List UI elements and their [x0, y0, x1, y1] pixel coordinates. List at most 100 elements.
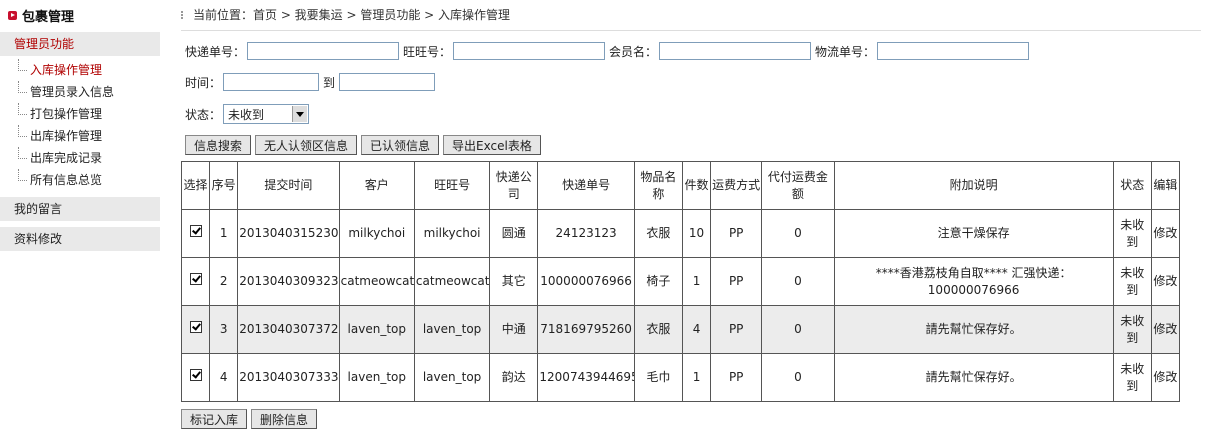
unclaimed-button[interactable]: 无人认领区信息: [255, 135, 358, 155]
col-header-no: 序号: [209, 161, 239, 210]
row-checkbox[interactable]: [189, 321, 202, 333]
col-header-item: 物品名称: [633, 161, 683, 210]
member-label: 会员名：: [609, 44, 658, 59]
sidebar-item-outbound-records[interactable]: 出库完成记录: [0, 147, 160, 169]
status-cell: 未收到: [1112, 257, 1152, 306]
main-content: 当前位置：首页 > 我要集运 > 管理员功能 > 入库操作管理 快递单号： 旺旺…: [180, 0, 1201, 429]
sidebar-item-inbound[interactable]: 入库操作管理: [0, 59, 160, 81]
col-header-status: 状态: [1112, 161, 1152, 210]
logistics-no-label: 物流单号：: [815, 44, 876, 59]
company-cell: 其它: [489, 257, 539, 306]
delete-button[interactable]: 删除信息: [251, 409, 318, 429]
select-cell: [180, 305, 211, 354]
edit-link[interactable]: 修改: [1150, 257, 1181, 306]
time-start-input[interactable]: [223, 73, 320, 91]
status-cell: 未收到: [1112, 305, 1152, 354]
note-cell: 請先幫忙保存好。: [833, 353, 1114, 402]
sidebar: 包裹管理 管理员功能 入库操作管理 管理员录入信息 打包操作管理 出库操作管理 …: [0, 0, 160, 444]
ship-cell: PP: [710, 209, 763, 258]
express-no-label: 快递单号：: [185, 44, 246, 59]
company-cell: 韵达: [489, 353, 539, 402]
item-cell: 椅子: [633, 257, 683, 306]
sidebar-header: 包裹管理: [0, 0, 160, 30]
qty-cell: 1: [681, 257, 712, 306]
amount-cell: 0: [761, 305, 835, 354]
col-header-amount: 代付运费金额: [761, 161, 835, 210]
status-select-value: 未收到: [228, 107, 265, 122]
wangwang-cell: catmeowcat: [413, 257, 491, 306]
claimed-button[interactable]: 已认领信息: [361, 135, 440, 155]
company-cell: 圆通: [489, 209, 539, 258]
edit-link[interactable]: 修改: [1150, 209, 1181, 258]
row-checkbox[interactable]: [189, 369, 202, 381]
status-select[interactable]: 未收到: [223, 104, 310, 124]
filter-row-3: 状态： 未收到: [185, 104, 310, 124]
sidebar-item-packing[interactable]: 打包操作管理: [0, 103, 160, 125]
no-cell: 4: [209, 353, 239, 402]
sidebar-item-overview[interactable]: 所有信息总览: [0, 169, 160, 191]
col-header-company: 快递公司: [489, 161, 539, 210]
item-cell: 衣服: [633, 305, 683, 354]
breadcrumb-text: 当前位置：首页 > 我要集运 > 管理员功能 > 入库操作管理: [193, 8, 511, 22]
time-cell: 20130403093237: [237, 257, 340, 306]
col-header-tracking: 快递单号: [537, 161, 635, 210]
status-cell: 未收到: [1112, 353, 1152, 402]
qty-cell: 10: [681, 209, 712, 258]
tree-line-icon: [18, 81, 27, 93]
customer-cell: laven_top: [338, 305, 415, 354]
sidebar-item-outbound[interactable]: 出库操作管理: [0, 125, 160, 147]
col-header-edit: 编辑: [1150, 161, 1181, 210]
ship-cell: PP: [710, 353, 763, 402]
sidebar-item-messages[interactable]: 我的留言: [0, 197, 160, 221]
export-excel-button[interactable]: 导出Excel表格: [443, 135, 541, 155]
wangwang-input[interactable]: [453, 42, 606, 60]
edit-link[interactable]: 修改: [1150, 353, 1181, 402]
dropdown-arrow-icon[interactable]: [292, 106, 308, 122]
time-cell: 20130403152308: [237, 209, 340, 258]
logistics-no-input[interactable]: [877, 42, 1030, 60]
row-checkbox[interactable]: [189, 225, 202, 237]
tree-line-icon: [18, 169, 27, 181]
no-cell: 3: [209, 305, 239, 354]
ship-cell: PP: [710, 305, 763, 354]
mark-inbound-button[interactable]: 标记入库: [181, 409, 248, 429]
note-cell: 請先幫忙保存好。: [833, 305, 1114, 354]
filter-row-1: 快递单号： 旺旺号： 会员名： 物流单号：: [185, 42, 1030, 60]
qty-cell: 1: [681, 353, 712, 402]
row-checkbox[interactable]: [189, 273, 202, 285]
edit-link[interactable]: 修改: [1150, 305, 1181, 354]
time-cell: 20130403073724: [237, 305, 340, 354]
no-cell: 1: [209, 209, 239, 258]
breadcrumb-icon: [181, 11, 189, 19]
sidebar-item-profile[interactable]: 资料修改: [0, 227, 160, 251]
time-end-input[interactable]: [339, 73, 436, 91]
col-header-note: 附加说明: [833, 161, 1114, 210]
inbound-table: 选择 序号 提交时间 客户 旺旺号 快递公司 快递单号 物品名称 件数 运费方式…: [180, 161, 1181, 402]
sidebar-group-admin[interactable]: 管理员功能: [0, 32, 160, 56]
express-no-input[interactable]: [247, 42, 400, 60]
customer-cell: laven_top: [338, 353, 415, 402]
filter-row-2: 时间： 到: [185, 73, 436, 91]
ship-cell: PP: [710, 257, 763, 306]
col-header-time: 提交时间: [237, 161, 340, 210]
note-cell: 注意干燥保存: [833, 209, 1114, 258]
col-header-select: 选择: [180, 161, 211, 210]
wangwang-cell: milkychoi: [413, 209, 491, 258]
table-row: 1 20130403152308 milkychoi milkychoi 圆通 …: [180, 209, 1181, 258]
select-cell: [180, 257, 211, 306]
time-to-label: 到: [323, 75, 336, 90]
arrow-bullet-icon: [8, 10, 17, 20]
bottom-buttons: 标记入库 删除信息: [181, 409, 321, 429]
search-button[interactable]: 信息搜索: [185, 135, 252, 155]
table-row: 4 20130403073331 laven_top laven_top 韵达 …: [180, 353, 1181, 402]
amount-cell: 0: [761, 209, 835, 258]
status-cell: 未收到: [1112, 209, 1152, 258]
table-header-row: 选择 序号 提交时间 客户 旺旺号 快递公司 快递单号 物品名称 件数 运费方式…: [180, 161, 1181, 210]
qty-cell: 4: [681, 305, 712, 354]
company-cell: 中通: [489, 305, 539, 354]
member-input[interactable]: [659, 42, 812, 60]
sidebar-title: 包裹管理: [22, 9, 75, 25]
sidebar-item-admin-entry[interactable]: 管理员录入信息: [0, 81, 160, 103]
item-cell: 毛巾: [633, 353, 683, 402]
tracking-cell: 718169795260: [537, 305, 635, 354]
